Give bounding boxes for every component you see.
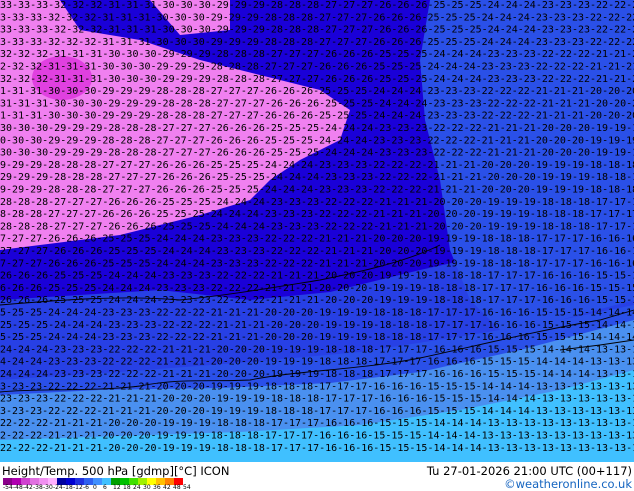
contour-label-row: 33-33-33-32-32-32-31-31-31-30-30-30-29-2…: [0, 37, 634, 48]
contour-label-row: 32-32-32-31-31-31-30-30-30-29-29-29-28-2…: [0, 49, 634, 60]
footer-title-row: Height/Temp. 500 hPa [gdmp][°C] ICON Tu …: [2, 464, 632, 478]
contour-label-row: 33-33-33-32-32-32-31-31-31-30-30-30-29-2…: [0, 12, 634, 23]
weather-map: 33-33-33-32-32-32-31-31-31-30-30-30-29-2…: [0, 0, 634, 462]
contour-label-row: 32-32-32-31-31-31-30-30-30-29-29-29-28-2…: [0, 62, 634, 73]
map-title: Height/Temp. 500 hPa [gdmp][°C] ICON: [2, 464, 230, 478]
contour-label-row: 22-22-22-21-21-21-20-20-20-19-19-19-18-1…: [0, 443, 634, 454]
contour-label-row: 26-26-26-25-25-25-24-24-24-23-23-23-22-2…: [0, 283, 634, 294]
contour-label-row: 23-23-23-22-22-22-21-21-21-20-20-20-19-1…: [0, 394, 634, 405]
contour-label-row: 33-33-33-32-32-32-31-31-31-30-30-30-29-2…: [0, 0, 634, 11]
contour-label-row: 22-22-22-21-21-21-20-20-20-19-19-19-18-1…: [0, 418, 634, 429]
contour-label-row: 31-31-31-30-30-30-29-29-29-28-28-28-27-2…: [0, 86, 634, 97]
contour-label-row: 26-26-26-25-25-25-24-24-24-23-23-23-22-2…: [0, 295, 634, 306]
contour-label-row: 28-28-28-27-27-27-26-26-26-25-25-25-24-2…: [0, 221, 634, 232]
credit-link[interactable]: ©weatheronline.co.uk: [504, 477, 632, 491]
contour-label-row: 24-24-24-23-23-23-22-22-22-21-21-21-20-2…: [0, 357, 634, 368]
contour-label-row: 28-28-28-27-27-27-26-26-26-25-25-25-24-2…: [0, 197, 634, 208]
contour-label-row: 23-23-23-22-22-22-21-21-21-20-20-20-19-1…: [0, 406, 634, 417]
contour-label-row: 27-27-27-26-26-26-25-25-25-24-24-24-23-2…: [0, 246, 634, 257]
contour-label-row: 31-31-31-30-30-30-29-29-29-28-28-28-27-2…: [0, 98, 634, 109]
contour-label-row: 29-29-29-28-28-28-27-27-27-26-26-26-25-2…: [0, 185, 634, 196]
contour-label-row: 24-24-24-23-23-23-22-22-22-21-21-21-20-2…: [0, 344, 634, 355]
contour-label-row: 28-28-28-27-27-27-26-26-26-25-25-25-24-2…: [0, 209, 634, 220]
contour-label-row: 22-22-22-21-21-21-20-20-20-19-19-19-18-1…: [0, 431, 634, 442]
contour-label-row: 29-29-29-28-28-28-27-27-27-26-26-26-25-2…: [0, 160, 634, 171]
contour-label-row: 29-29-29-28-28-28-27-27-27-26-26-26-25-2…: [0, 172, 634, 183]
contour-label-row: 31-31-31-30-30-30-29-29-29-28-28-28-27-2…: [0, 111, 634, 122]
contour-label-row: 27-27-27-26-26-26-25-25-25-24-24-24-23-2…: [0, 258, 634, 269]
contour-label-row: 26-26-26-25-25-25-24-24-24-23-23-23-22-2…: [0, 271, 634, 282]
contour-label-row: 25-25-25-24-24-24-23-23-23-22-22-22-21-2…: [0, 308, 634, 319]
contour-label-row: 33-33-33-32-32-32-31-31-31-30-30-30-29-2…: [0, 25, 634, 36]
contour-label-row: 27-27-27-26-26-26-25-25-25-24-24-24-23-2…: [0, 234, 634, 245]
contour-labels: 33-33-33-32-32-32-31-31-31-30-30-30-29-2…: [0, 0, 634, 454]
contour-label-row: 30-30-30-29-29-29-28-28-28-27-27-27-26-2…: [0, 123, 634, 134]
contour-label-row: 25-25-25-24-24-24-23-23-23-22-22-22-21-2…: [0, 320, 634, 331]
contour-label-row: 25-25-25-24-24-24-23-23-23-22-22-22-21-2…: [0, 332, 634, 343]
contour-label-row: 23-23-23-22-22-22-21-21-21-20-20-20-19-1…: [0, 381, 634, 392]
contour-label-row: 30-30-30-29-29-29-28-28-28-27-27-27-26-2…: [0, 148, 634, 159]
map-footer: Height/Temp. 500 hPa [gdmp][°C] ICON Tu …: [0, 462, 634, 491]
valid-datetime: Tu 27-01-2026 21:00 UTC (00+117): [426, 464, 632, 478]
contour-label-row: 32-32-32-31-31-31-30-30-30-29-29-29-28-2…: [0, 74, 634, 85]
contour-label-row: 30-30-30-29-29-29-28-28-28-27-27-27-26-2…: [0, 135, 634, 146]
contour-label-row: 24-24-24-23-23-23-22-22-22-21-21-21-20-2…: [0, 369, 634, 380]
temperature-map-canvas: 33-33-33-32-32-32-31-31-31-30-30-30-29-2…: [0, 0, 634, 462]
